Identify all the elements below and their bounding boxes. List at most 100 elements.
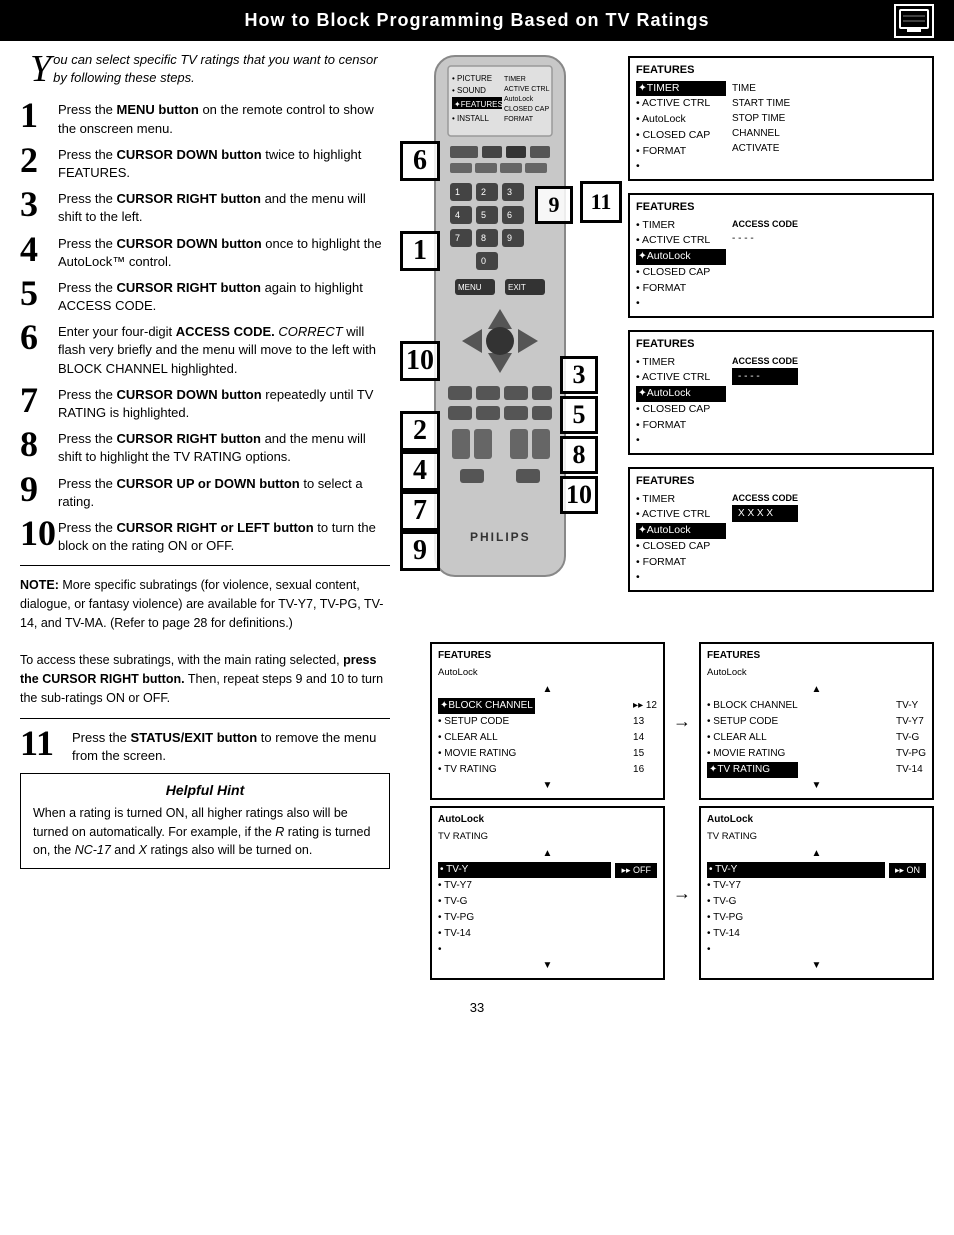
autolock-box-2-arrow-up: ▲ — [707, 682, 926, 698]
menu-box-2: FEATURES • TIMER • ACTIVE CTRL ✦AutoLock… — [628, 193, 934, 318]
step-2-text: Press the CURSOR DOWN button twice to hi… — [58, 146, 390, 182]
step-4-number: 4 — [20, 231, 58, 267]
step-1-text: Press the MENU button on the remote cont… — [58, 101, 390, 137]
svg-text:ACTIVE CTRL: ACTIVE CTRL — [504, 86, 550, 93]
tvrating-on-title: AutoLock — [707, 812, 926, 828]
menu-box-3: FEATURES • TIMER • ACTIVE CTRL ✦AutoLock… — [628, 330, 934, 455]
tvrating-on-tv14: • TV-14 — [707, 926, 926, 942]
num-14: 14 — [633, 730, 657, 746]
menu-box-1-title: FEATURES — [636, 62, 926, 79]
tvrating-on-bullet: • — [707, 942, 926, 958]
tvrating-box-on: AutoLock TV RATING ▲ • TV-Y ▸▸ ON • TV-Y… — [699, 806, 934, 980]
remote-area: 6 1 10 2 4 7 9 9 11 3 5 8 10 — [400, 51, 620, 634]
menu-item-active-ctrl-2: • ACTIVE CTRL — [636, 233, 726, 249]
overlay-10a: 10 — [400, 341, 440, 381]
menu-box-2-right: ACCESS CODE - - - - — [732, 218, 798, 313]
menu-item-closed-cap-4: • CLOSED CAP — [636, 539, 726, 555]
step-8: 8 Press the CURSOR RIGHT button and the … — [20, 430, 390, 466]
access-code-value-2: - - - - — [732, 231, 798, 246]
overlay-9b: 9 — [535, 186, 573, 224]
num-12: ▸▸ 12 — [633, 698, 657, 714]
step-5-text: Press the CURSOR RIGHT button again to h… — [58, 279, 390, 315]
svg-text:PHILIPS: PHILIPS — [470, 530, 531, 544]
svg-text:7: 7 — [455, 233, 460, 243]
menu-box-3-right: ACCESS CODE - - - - — [732, 355, 798, 450]
right-column: 6 1 10 2 4 7 9 9 11 3 5 8 10 — [400, 51, 934, 980]
tvrating-on-tvy: • TV-Y — [707, 862, 885, 878]
autolock-clear-all: • CLEAR ALL — [438, 730, 535, 746]
svg-text:AutoLock: AutoLock — [504, 96, 534, 103]
svg-text:TIMER: TIMER — [504, 76, 526, 83]
menu-box-1-cols: ✦TIMER • ACTIVE CTRL • AutoLock • CLOSED… — [636, 81, 926, 176]
tvrating-on-tvy7: • TV-Y7 — [707, 878, 926, 894]
num-13: 13 — [633, 714, 657, 730]
menu-box-3-title: FEATURES — [636, 336, 926, 353]
tvrating-off-tvy-row: • TV-Y ▸▸ OFF — [438, 862, 657, 878]
val-tvy7: TV-Y7 — [896, 714, 926, 730]
svg-text:0: 0 — [481, 256, 486, 266]
tvrating-off-badge: ▸▸ OFF — [615, 863, 657, 877]
menu-item-autolock-1: • AutoLock — [636, 112, 726, 128]
tvrating-on-tvg: • TV-G — [707, 894, 926, 910]
step-5: 5 Press the CURSOR RIGHT button again to… — [20, 279, 390, 315]
svg-text:• SOUND: • SOUND — [452, 86, 486, 95]
menu-item-timer-selected: ✦TIMER — [636, 81, 726, 97]
menu-item-bullet-3: • — [636, 433, 726, 449]
overlay-1: 1 — [400, 231, 440, 271]
step-8-text: Press the CURSOR RIGHT button and the me… — [58, 430, 390, 466]
step-1: 1 Press the MENU button on the remote co… — [20, 101, 390, 137]
helpful-hint-text: When a rating is turned ON, all higher r… — [33, 804, 377, 860]
autolock2-clear-all: • CLEAR ALL — [707, 730, 798, 746]
svg-text:6: 6 — [507, 210, 512, 220]
autolock-box-1-content: ✦BLOCK CHANNEL • SETUP CODE • CLEAR ALL … — [438, 698, 657, 778]
menu-box-2-left: • TIMER • ACTIVE CTRL ✦AutoLock • CLOSED… — [636, 218, 726, 313]
overlay-2: 2 — [400, 411, 440, 451]
divider-1 — [20, 565, 390, 566]
svg-text:5: 5 — [481, 210, 486, 220]
num-16: 16 — [633, 762, 657, 778]
helpful-hint-title: Helpful Hint — [33, 782, 377, 798]
note-section: NOTE: More specific subratings (for viol… — [20, 576, 390, 707]
step-10: 10 Press the CURSOR RIGHT or LEFT button… — [20, 519, 390, 555]
divider-2 — [20, 718, 390, 719]
autolock-setup-code: • SETUP CODE — [438, 714, 535, 730]
autolock-box-1-items: ✦BLOCK CHANNEL • SETUP CODE • CLEAR ALL … — [438, 698, 535, 778]
tvrating-on-tvpg: • TV-PG — [707, 910, 926, 926]
step-4: 4 Press the CURSOR DOWN button once to h… — [20, 235, 390, 271]
autolock-movie-rating: • MOVIE RATING — [438, 746, 535, 762]
menu-item-bullet-1: • — [636, 159, 726, 175]
step-3-number: 3 — [20, 186, 58, 222]
steps-list: 1 Press the MENU button on the remote co… — [20, 101, 390, 555]
autolock-box-1-nums: ▸▸ 12 13 14 15 16 — [633, 698, 657, 778]
autolock-box-2-vals: TV-Y TV-Y7 TV-G TV-PG TV-14 — [896, 698, 926, 778]
tvrating-off-tvpg: • TV-PG — [438, 910, 657, 926]
header-title: How to Block Programming Based on TV Rat… — [244, 10, 709, 31]
menu-box-4: FEATURES • TIMER • ACTIVE CTRL ✦AutoLock… — [628, 467, 934, 592]
menu-box-1-right: TIME START TIME STOP TIME CHANNEL ACTIVA… — [732, 81, 790, 176]
val-tvg: TV-G — [896, 730, 926, 746]
step-11-text: Press the STATUS/EXIT button to remove t… — [72, 729, 390, 765]
overlay-4: 4 — [400, 451, 440, 491]
step-9-number: 9 — [20, 471, 58, 507]
step-7-number: 7 — [20, 382, 58, 418]
svg-text:9: 9 — [507, 233, 512, 243]
val-tvpg: TV-PG — [896, 746, 926, 762]
val-tv14: TV-14 — [896, 762, 926, 778]
menu-item-active-ctrl-3: • ACTIVE CTRL — [636, 370, 726, 386]
menu-item-timer-3: • TIMER — [636, 355, 726, 371]
menu-item-timer-4: • TIMER — [636, 492, 726, 508]
step-3: 3 Press the CURSOR RIGHT button and the … — [20, 190, 390, 226]
step-11-number: 11 — [20, 725, 72, 761]
start-time-label: START TIME — [732, 96, 790, 111]
step-2-number: 2 — [20, 142, 58, 178]
overlay-11: 11 — [580, 181, 622, 223]
access-code-box-3: - - - - — [732, 368, 798, 385]
svg-text:FORMAT: FORMAT — [504, 116, 534, 123]
arrow-between-tvrating: → — [673, 806, 691, 980]
overlay-5: 5 — [560, 396, 598, 434]
page: How to Block Programming Based on TV Rat… — [0, 0, 954, 1235]
autolock-box-2-items: • BLOCK CHANNEL • SETUP CODE • CLEAR ALL… — [707, 698, 798, 778]
svg-text:1: 1 — [455, 187, 460, 197]
autolock-block-channel: ✦BLOCK CHANNEL — [438, 698, 535, 714]
overlay-9: 9 — [400, 531, 440, 571]
